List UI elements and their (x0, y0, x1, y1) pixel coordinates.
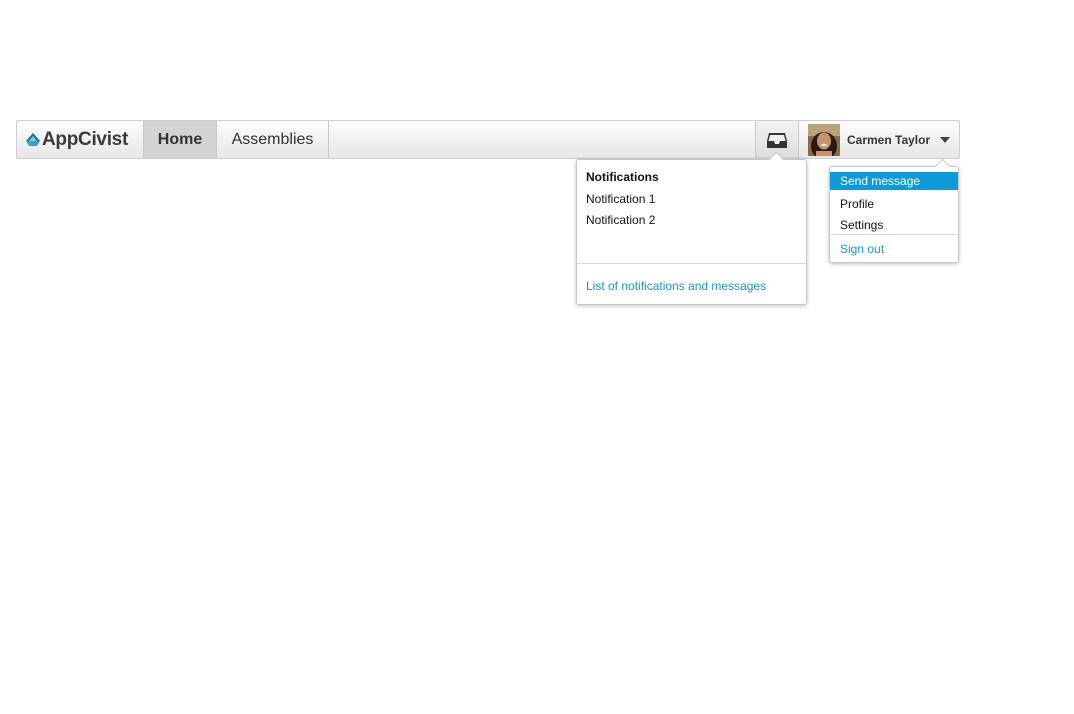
notification-item[interactable]: Notification 1 (586, 192, 655, 206)
nav-home[interactable]: Home (143, 121, 217, 158)
notifications-title: Notifications (586, 170, 659, 184)
avatar (808, 123, 840, 156)
notification-item[interactable]: Notification 2 (586, 213, 655, 227)
brand-logo[interactable]: AppCivist (17, 121, 143, 158)
divider (830, 234, 958, 235)
notifications-list-link[interactable]: List of notifications and messages (586, 279, 766, 293)
brand-name: AppCivist (42, 128, 128, 150)
menu-item-settings[interactable]: Settings (830, 216, 958, 234)
inbox-icon (767, 132, 787, 148)
appcivist-logo-icon (26, 132, 40, 146)
user-dropdown-menu: Send message Profile Settings Sign out (829, 158, 959, 263)
menu-item-send-message[interactable]: Send message (830, 172, 958, 190)
menu-item-profile[interactable]: Profile (830, 195, 958, 213)
top-navbar: AppCivist Home Assemblies Carmen Taylor (16, 120, 960, 159)
divider (577, 263, 806, 264)
nav-assemblies[interactable]: Assemblies (217, 121, 329, 158)
chevron-down-icon (940, 136, 951, 143)
nav-home-label: Home (157, 130, 203, 148)
user-name: Carmen Taylor (847, 132, 931, 147)
nav-assemblies-label: Assemblies (231, 130, 314, 148)
user-menu-toggle[interactable]: Carmen Taylor (799, 121, 959, 158)
menu-item-sign-out[interactable]: Sign out (830, 240, 958, 258)
notifications-dropdown: Notifications Notification 1 Notificatio… (576, 151, 807, 305)
